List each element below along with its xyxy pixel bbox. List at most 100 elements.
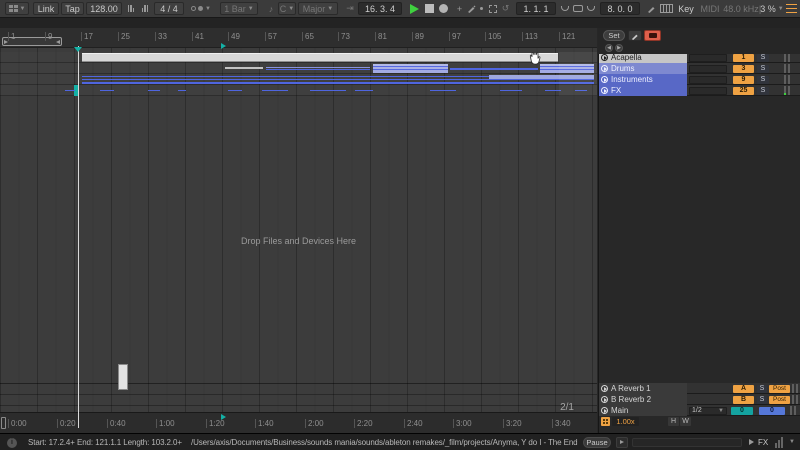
- previous-locator-button[interactable]: ◀: [605, 44, 613, 52]
- re-enable-automation-button[interactable]: [478, 2, 485, 15]
- beat-time-ruler[interactable]: 1 9 17 25 33 41 49 57 65 73 81 89 97 105 113 121: [0, 28, 597, 48]
- time-ruler[interactable]: 0:00 0:20 0:40 1:00 1:20 1:40 2:00 2:20 2:40 3:00…: [0, 412, 597, 433]
- grid-size-menu[interactable]: 1/2 ▼: [689, 406, 727, 415]
- solo-button[interactable]: S: [757, 395, 767, 404]
- track-header-drums[interactable]: Drums 3 S: [599, 63, 800, 74]
- clip[interactable]: [82, 53, 558, 62]
- analysis-resume-button[interactable]: [616, 436, 628, 448]
- track-activator[interactable]: 25: [733, 86, 754, 95]
- zoom-height-button[interactable]: H: [668, 417, 679, 426]
- pre-post-toggle[interactable]: Post: [769, 395, 790, 404]
- insert-marker-triangle[interactable]: [74, 47, 82, 52]
- time-ruler-handle[interactable]: [1, 417, 6, 429]
- fx-clip-fragment[interactable]: [310, 90, 346, 91]
- control-surface-button[interactable]: ▼: [5, 2, 29, 15]
- clip-lane-drums[interactable]: [0, 63, 597, 74]
- zoom-width-button[interactable]: W: [680, 417, 691, 426]
- fx-clip-fragment[interactable]: [65, 90, 75, 91]
- loop-start-field[interactable]: 1. 1. 1: [516, 2, 556, 15]
- fold-icon[interactable]: [601, 385, 608, 392]
- session-record-button[interactable]: ↺: [500, 2, 511, 15]
- track-fold-icon[interactable]: [601, 87, 608, 94]
- fold-icon[interactable]: [601, 407, 608, 414]
- clip-lane-fx[interactable]: [0, 85, 597, 96]
- back-to-arrangement-button[interactable]: [644, 30, 661, 41]
- quantize-menu[interactable]: 1 Bar ▼: [220, 2, 258, 15]
- play-start-marker-bottom[interactable]: [221, 414, 226, 420]
- solo-button[interactable]: S: [757, 384, 767, 393]
- stop-button[interactable]: [424, 2, 435, 15]
- track-activator[interactable]: 9: [733, 75, 754, 84]
- fx-clip-fragment[interactable]: [100, 90, 114, 91]
- metronome-button[interactable]: ▼: [188, 2, 214, 15]
- solo-button[interactable]: S: [757, 75, 769, 84]
- clip-lane-acapella[interactable]: [0, 52, 597, 63]
- draw-mode-button[interactable]: [646, 2, 656, 15]
- dragged-clip-ghost[interactable]: [118, 364, 128, 390]
- insert-marker-line[interactable]: [78, 46, 79, 428]
- send-a-button[interactable]: A: [733, 384, 754, 393]
- next-locator-button[interactable]: ▶: [615, 44, 623, 52]
- play-button[interactable]: [408, 2, 420, 15]
- midi-map-button[interactable]: MIDI: [698, 2, 722, 15]
- link-button[interactable]: Link: [33, 2, 59, 15]
- fx-clip-fragment[interactable]: [228, 90, 242, 91]
- cpu-meter[interactable]: 3 % ▼: [760, 2, 783, 15]
- show-devices-arrow-icon[interactable]: [749, 439, 754, 445]
- key-map-button[interactable]: Key: [676, 2, 696, 15]
- output-meter-icon[interactable]: [775, 437, 783, 448]
- fx-clip-fragment[interactable]: [430, 90, 456, 91]
- clip[interactable]: [266, 67, 370, 71]
- cue-volume-knob[interactable]: 0: [731, 406, 753, 415]
- set-locator-button[interactable]: Set: [603, 30, 625, 41]
- fx-clip-fragment[interactable]: [178, 90, 186, 91]
- track-fold-icon[interactable]: [601, 54, 608, 61]
- loop-button[interactable]: [572, 2, 584, 15]
- fx-clip-fragment[interactable]: [500, 90, 522, 91]
- nudge-up-button[interactable]: [139, 2, 151, 15]
- solo-button[interactable]: S: [757, 64, 769, 73]
- track-header-instruments[interactable]: Instruments 9 S: [599, 74, 800, 85]
- pause-analysis-button[interactable]: Pause: [583, 436, 611, 448]
- punch-in-button[interactable]: [560, 2, 570, 15]
- clip-lane-instruments[interactable]: [0, 74, 597, 85]
- clip[interactable]: [225, 67, 263, 69]
- track-fold-icon[interactable]: [601, 76, 608, 83]
- loop-length-field[interactable]: 8. 0. 0: [600, 2, 640, 15]
- automation-arm-button[interactable]: [466, 2, 476, 15]
- follow-button[interactable]: ⇥: [344, 2, 356, 15]
- send-b-button[interactable]: B: [733, 395, 754, 404]
- play-start-marker-top[interactable]: [221, 43, 226, 49]
- pre-post-toggle[interactable]: Post: [769, 384, 790, 393]
- key-scale-menu[interactable]: Major ▼: [298, 2, 338, 15]
- clip[interactable]: [450, 68, 538, 70]
- fx-clip-fragment[interactable]: [262, 90, 288, 91]
- clip[interactable]: [82, 82, 594, 84]
- tempo-field[interactable]: 128.00: [86, 2, 122, 15]
- arrangement-area[interactable]: Drop Files and Devices Here 2/1: [0, 48, 597, 413]
- fold-icon[interactable]: [601, 396, 608, 403]
- return-track-b[interactable]: B Reverb 2 B S Post: [599, 394, 800, 405]
- draw-automation-button[interactable]: [628, 30, 642, 41]
- solo-button[interactable]: S: [757, 53, 769, 62]
- nudge-down-button[interactable]: [125, 2, 137, 15]
- fx-clip-fragment[interactable]: [355, 90, 373, 91]
- track-activator[interactable]: 1: [733, 53, 754, 62]
- main-track-row[interactable]: Main 1/2 ▼ 0 0: [599, 405, 800, 416]
- key-root-menu[interactable]: C ▼: [278, 2, 296, 15]
- clip[interactable]: [373, 64, 448, 73]
- record-button[interactable]: [438, 2, 449, 15]
- track-fold-icon[interactable]: [601, 65, 608, 72]
- solo-button[interactable]: S: [757, 86, 769, 95]
- overdub-button[interactable]: +: [455, 2, 464, 15]
- track-header-fx[interactable]: FX 25 S: [599, 85, 800, 96]
- fx-clip-fragment[interactable]: [148, 90, 160, 91]
- main-volume-knob[interactable]: 0: [759, 406, 785, 415]
- capture-midi-button[interactable]: [487, 2, 499, 15]
- arrangement-position-field[interactable]: 16. 3. 4: [358, 2, 402, 15]
- fx-label[interactable]: FX: [758, 438, 768, 447]
- track-activator[interactable]: 3: [733, 64, 754, 73]
- tap-tempo-button[interactable]: Tap: [61, 2, 84, 15]
- time-signature-field[interactable]: 4 / 4: [154, 2, 184, 15]
- menu-button[interactable]: [785, 2, 797, 15]
